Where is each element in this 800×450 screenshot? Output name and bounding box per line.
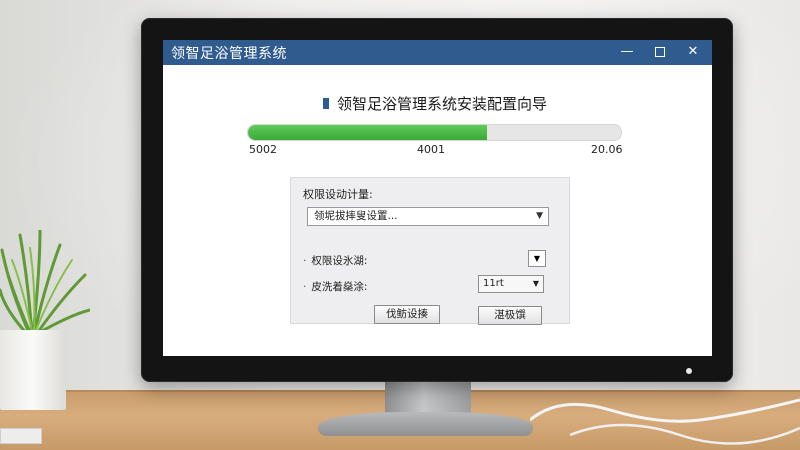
power-button-icon[interactable] bbox=[686, 368, 692, 374]
row1-label-text: 权限设氷湖: bbox=[311, 255, 368, 267]
monitor-stand-base bbox=[318, 412, 533, 436]
settings-panel: 权限设动计量: 领坭拔摔叟设置... ▼ · 权限设氷湖: ▼ · 皮洗着燊涂: 1… bbox=[290, 177, 570, 325]
wizard-heading: 领智足浴管理系统安装配置向导 bbox=[323, 93, 547, 114]
close-button[interactable]: ✕ bbox=[682, 42, 704, 62]
maximize-button[interactable] bbox=[649, 42, 671, 62]
row2-dropdown[interactable]: 11rt ▼ bbox=[478, 275, 544, 293]
window-titlebar[interactable]: 领智足浴管理系统 — ✕ bbox=[163, 40, 712, 65]
main-dropdown-value: 领坭拔摔叟设置... bbox=[314, 210, 398, 222]
confirm-button[interactable]: 伐鲂设揍 bbox=[374, 305, 440, 324]
panel-title: 权限设动计量: bbox=[303, 188, 373, 201]
window-title: 领智足浴管理系统 bbox=[171, 46, 287, 62]
cable-icon bbox=[530, 398, 800, 445]
keyboard-corner bbox=[0, 428, 42, 444]
cancel-button[interactable]: 湛极馔 bbox=[478, 306, 542, 325]
row1-dropdown-button[interactable]: ▼ bbox=[528, 250, 546, 267]
plant-pot bbox=[0, 330, 66, 410]
row2-label-text: 皮洗着燊涂: bbox=[311, 281, 368, 293]
heading-marker-icon bbox=[323, 98, 329, 109]
chevron-down-icon: ▼ bbox=[532, 279, 539, 288]
progress-label-right: 20.06 bbox=[591, 143, 623, 156]
window-client-area: 领智足浴管理系统安装配置向导 5002 4001 20.06 权限设动计量: 领… bbox=[163, 65, 712, 356]
row2-dropdown-value: 11rt bbox=[483, 278, 504, 289]
chevron-down-icon: ▼ bbox=[533, 254, 541, 263]
install-progress-fill bbox=[248, 125, 487, 140]
maximize-icon bbox=[655, 46, 665, 57]
row1-label: · 权限设氷湖: bbox=[303, 255, 368, 267]
install-progress-bar bbox=[247, 124, 622, 141]
main-dropdown[interactable]: 领坭拔摔叟设置... ▼ bbox=[307, 207, 549, 226]
chevron-down-icon: ▼ bbox=[536, 211, 543, 221]
screen: 领智足浴管理系统 — ✕ 领智足浴管理系统安装配置向导 5002 4001 20… bbox=[163, 40, 712, 356]
wizard-heading-text: 领智足浴管理系统安装配置向导 bbox=[337, 95, 548, 113]
progress-label-left: 5002 bbox=[249, 143, 277, 156]
progress-label-mid: 4001 bbox=[417, 143, 445, 156]
row2-label: · 皮洗着燊涂: bbox=[303, 281, 368, 293]
minimize-button[interactable]: — bbox=[616, 42, 638, 62]
potted-plant-icon bbox=[0, 230, 90, 337]
